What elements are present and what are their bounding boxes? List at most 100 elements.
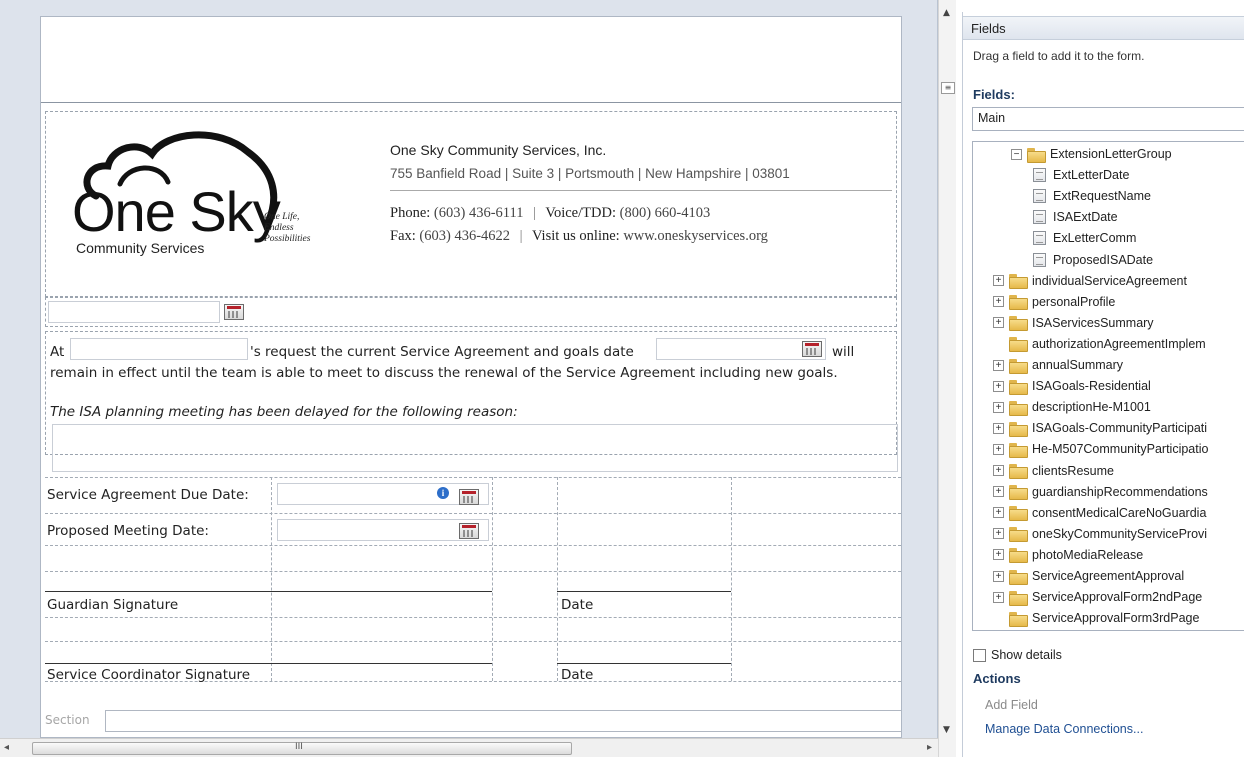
horizontal-scrollbar[interactable]: ◂ III ▸ xyxy=(0,738,938,757)
fields-tree[interactable]: − ExtensionLetterGroup ExtLetterDate ExtReq… xyxy=(972,141,1244,631)
pane-toggle-icon[interactable]: ≡ xyxy=(941,82,955,94)
tree-item-label: ServiceAgreementApproval xyxy=(1032,569,1185,583)
tree-group-item[interactable]: + photoMediaRelease xyxy=(993,545,1143,565)
will-text: will xyxy=(832,344,855,360)
scroll-left-icon[interactable]: ◂ xyxy=(4,742,9,753)
expand-icon[interactable]: + xyxy=(993,528,1004,540)
info-icon[interactable]: i xyxy=(437,487,449,499)
scroll-up-icon[interactable]: ▲ xyxy=(943,8,950,18)
expand-icon xyxy=(993,613,1004,624)
calendar-icon[interactable] xyxy=(459,489,479,505)
tree-group-item[interactable]: + ISAGoals-Residential xyxy=(993,376,1151,396)
expand-icon[interactable]: + xyxy=(993,507,1004,519)
tree-group-item[interactable]: + descriptionHe-M1001 xyxy=(993,397,1151,417)
data-source-select[interactable]: Main xyxy=(972,107,1244,131)
tree-group-item[interactable]: authorizationAgreementImplem xyxy=(993,334,1206,354)
manage-data-connections-link[interactable]: Manage Data Connections... xyxy=(985,722,1143,736)
proposed-isa-date-input[interactable] xyxy=(277,519,489,541)
tree-group-item[interactable]: + ServiceAgreementApproval xyxy=(993,566,1184,586)
expand-icon[interactable]: + xyxy=(993,317,1004,329)
tree-item-label: ISAServicesSummary xyxy=(1032,315,1154,330)
expand-icon[interactable]: + xyxy=(993,591,1004,603)
folder-icon xyxy=(1009,274,1028,290)
section-region[interactable] xyxy=(105,710,901,732)
web-label: Visit us online: xyxy=(531,228,620,244)
expand-icon[interactable]: + xyxy=(993,570,1004,582)
service-agreement-due-date-input[interactable] xyxy=(277,483,489,505)
form-canvas[interactable]: One Sky Community Services One Life, End… xyxy=(40,16,902,738)
tree-group-item[interactable]: + personalProfile xyxy=(993,292,1115,312)
tree-group-item[interactable]: + oneSkyCommunityServiceProvi xyxy=(993,524,1207,544)
calendar-icon[interactable] xyxy=(224,304,244,320)
expand-icon[interactable]: + xyxy=(993,443,1004,455)
tree-group-item[interactable]: − ExtensionLetterGroup xyxy=(1011,144,1172,164)
tree-field-item[interactable]: ExtRequestName xyxy=(1033,186,1151,206)
row-divider xyxy=(45,513,901,514)
form-header-region[interactable] xyxy=(41,17,901,103)
expand-icon[interactable]: + xyxy=(993,401,1004,413)
show-details-checkbox[interactable] xyxy=(973,648,986,662)
tree-group-item[interactable]: + clientsResume xyxy=(993,461,1114,481)
form-designer-area: One Sky Community Services One Life, End… xyxy=(0,0,938,757)
add-field-link[interactable]: Add Field xyxy=(985,698,1038,712)
fax-value: (603) 436-4622 xyxy=(419,228,511,244)
calendar-icon[interactable] xyxy=(802,341,822,357)
ext-request-name-input[interactable] xyxy=(70,338,248,360)
collapse-icon[interactable]: − xyxy=(1011,148,1022,160)
tree-group-item[interactable]: + annualSummary xyxy=(993,355,1123,375)
phone-label: Phone: xyxy=(390,205,431,221)
row-divider xyxy=(45,477,901,478)
dates-signatures-table: Service Agreement Due Date: i Proposed M… xyxy=(45,477,901,697)
folder-icon xyxy=(1009,464,1028,479)
tree-group-item[interactable]: + guardianshipRecommendations xyxy=(993,482,1208,502)
folder-icon xyxy=(1027,147,1046,163)
tree-field-item[interactable]: ExtLetterDate xyxy=(1033,165,1129,185)
expand-icon[interactable]: + xyxy=(993,486,1004,498)
org-address: 755 Banfield Road | Suite 3 | Portsmouth… xyxy=(390,166,892,191)
expand-icon[interactable]: + xyxy=(993,549,1004,561)
tree-field-item[interactable]: ExLetterComm xyxy=(1033,228,1136,248)
expand-icon[interactable]: + xyxy=(993,296,1004,308)
scroll-down-icon[interactable]: ▼ xyxy=(943,725,950,735)
scroll-right-icon[interactable]: ▸ xyxy=(927,742,932,753)
guardian-date-line xyxy=(557,591,731,592)
ex-letter-comm-textarea[interactable] xyxy=(52,424,898,472)
logo-main-text: One Sky xyxy=(72,180,281,243)
at-text: At xyxy=(50,344,65,360)
show-details-option[interactable]: Show details xyxy=(973,648,1062,662)
field-icon xyxy=(1033,210,1046,225)
tree-field-item[interactable]: ProposedISADate xyxy=(1033,250,1153,270)
isa-ext-date-input[interactable] xyxy=(656,338,826,360)
show-details-label: Show details xyxy=(991,648,1062,662)
expand-icon[interactable]: + xyxy=(993,359,1004,371)
column-divider xyxy=(271,477,272,681)
coordinator-signature-line xyxy=(45,663,492,664)
tree-group-item[interactable]: ServiceApprovalForm3rdPage xyxy=(993,608,1199,628)
proposed-meeting-date-label: Proposed Meeting Date: xyxy=(47,523,209,539)
tree-field-item[interactable]: ISAExtDate xyxy=(1033,207,1118,227)
folder-icon xyxy=(1009,590,1028,606)
folder-icon xyxy=(1009,485,1028,501)
logo-tagline-1: One Life, xyxy=(264,212,300,222)
ext-letter-date-input[interactable] xyxy=(48,301,220,323)
tree-group-item[interactable]: + ISAServicesSummary xyxy=(993,313,1154,333)
expand-icon[interactable]: + xyxy=(993,380,1004,392)
tree-item-label: ServiceApprovalForm2ndPage xyxy=(1032,590,1203,605)
expand-icon[interactable]: + xyxy=(993,465,1004,476)
tree-group-item[interactable]: + individualServiceAgreement xyxy=(993,271,1187,291)
tree-group-item[interactable]: + consentMedicalCareNoGuardia xyxy=(993,503,1206,523)
voice-value: (800) 660-4103 xyxy=(619,205,711,221)
expand-icon[interactable]: + xyxy=(993,422,1004,434)
expand-icon[interactable]: + xyxy=(993,275,1004,287)
field-icon xyxy=(1033,252,1046,267)
tree-group-item[interactable]: + ISAGoals-CommunityParticipati xyxy=(993,418,1207,438)
calendar-icon[interactable] xyxy=(459,523,479,539)
tree-group-item[interactable]: + He-M507CommunityParticipatio xyxy=(993,439,1208,459)
organization-info: One Sky Community Services, Inc. 755 Ban… xyxy=(390,142,892,245)
tree-group-item[interactable]: + ServiceApprovalForm2ndPage xyxy=(993,587,1202,607)
tree-item-label: ExtLetterDate xyxy=(1053,168,1130,183)
folder-icon xyxy=(1009,506,1028,522)
letterhead-region[interactable]: One Sky Community Services One Life, End… xyxy=(45,111,897,297)
horizontal-scroll-thumb[interactable]: III xyxy=(32,742,572,755)
vertical-scrollbar[interactable]: ▲ ▼ xyxy=(938,0,956,757)
